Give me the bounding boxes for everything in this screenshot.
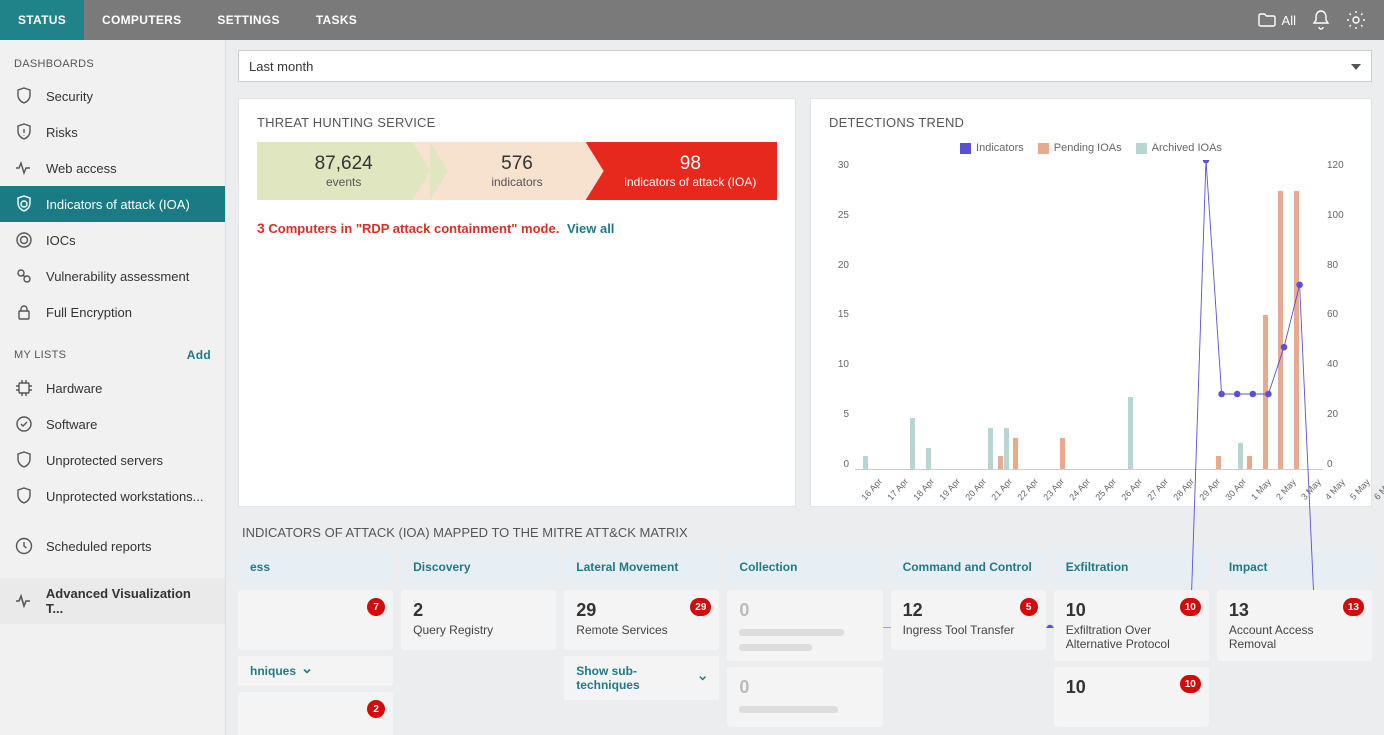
lock-icon [14, 302, 34, 322]
date-filter-select[interactable]: Last month [238, 50, 1372, 82]
mitre-col-discovery: Discovery 2Query Registry [401, 550, 556, 735]
sidebar-item-vulnerability-assessment[interactable]: Vulnerability assessment [0, 258, 225, 294]
mitre-card[interactable]: 29Remote Services29 [564, 590, 719, 650]
count-badge: 5 [1020, 598, 1038, 616]
threat-hunting-panel: THREAT HUNTING SERVICE 87,624 events 576… [238, 98, 796, 507]
count-badge: 10 [1180, 598, 1201, 616]
sidebar-item-full-encryption[interactable]: Full Encryption [0, 294, 225, 330]
add-list-button[interactable]: Add [187, 348, 211, 362]
topnav-tab-computers[interactable]: COMPUTERS [84, 0, 199, 40]
chevron-down-icon [302, 666, 312, 676]
puzzle-icon [14, 266, 34, 286]
rdp-containment-row: 3 Computers in "RDP attack containment" … [257, 220, 777, 236]
detections-chart[interactable]: 302520151050 120100806040200 16 Apr17 Ap… [829, 160, 1353, 490]
target-icon [14, 230, 34, 250]
mitre-card[interactable]: 0 [727, 590, 882, 661]
count-badge: 7 [367, 598, 385, 616]
activity-icon [14, 158, 34, 178]
sidebar-item-risks[interactable]: Risks [0, 114, 225, 150]
sidebar-item-unprotected-workstations-[interactable]: Unprotected workstations... [0, 478, 225, 514]
count-badge: 13 [1343, 598, 1364, 616]
view-all-link[interactable]: View all [567, 221, 614, 236]
mitre-card[interactable]: 7 [238, 590, 393, 650]
threat-title: THREAT HUNTING SERVICE [257, 115, 777, 130]
mitre-card[interactable]: 2Query Registry [401, 590, 556, 650]
detections-trend-panel: DETECTIONS TREND Indicators Pending IOAs A… [810, 98, 1372, 507]
main-content: Last month THREAT HUNTING SERVICE 87,624… [226, 40, 1384, 735]
mitre-card[interactable]: 13Account Access Removal13 [1217, 590, 1372, 661]
notifications-icon[interactable] [1312, 10, 1330, 30]
mitre-col-ess: ess 7 hniques 2 [238, 550, 393, 735]
legend-indicators[interactable]: Indicators [960, 142, 1024, 154]
sidebar: DASHBOARDS SecurityRisksWeb accessIndica… [0, 40, 226, 735]
mitre-header[interactable]: Discovery [401, 550, 556, 584]
sidebar-item-advanced-viz[interactable]: Advanced Visualization T... [0, 578, 225, 624]
folder-all-label: All [1282, 13, 1296, 28]
count-badge: 2 [367, 700, 385, 718]
sidebar-item-web-access[interactable]: Web access [0, 150, 225, 186]
mitre-header[interactable]: ess [238, 550, 393, 584]
sidebar-item-hardware[interactable]: Hardware [0, 370, 225, 406]
count-badge: 10 [1180, 675, 1201, 693]
top-nav: STATUSCOMPUTERSSETTINGSTASKS All [0, 0, 1384, 40]
sidebar-item-scheduled-reports[interactable]: Scheduled reports [0, 528, 225, 564]
mitre-header[interactable]: Lateral Movement [564, 550, 719, 584]
activity-icon [14, 591, 34, 611]
folder-icon [1258, 13, 1276, 27]
folder-all-button[interactable]: All [1258, 13, 1296, 28]
threat-counters: 87,624 events 576 indicators 98 indicato… [257, 142, 777, 200]
app-icon [14, 414, 34, 434]
mitre-card[interactable]: 0 [727, 667, 882, 727]
mitre-card[interactable]: 12Ingress Tool Transfer5 [891, 590, 1046, 650]
trend-title: DETECTIONS TREND [829, 115, 1353, 130]
workstation-shield-icon [14, 486, 34, 506]
mitre-col-lateral-movement: Lateral Movement 29Remote Services29 Show … [564, 550, 719, 735]
server-shield-icon [14, 450, 34, 470]
sidebar-item-security[interactable]: Security [0, 78, 225, 114]
settings-gear-icon[interactable] [1346, 10, 1366, 30]
topnav-tab-status[interactable]: STATUS [0, 0, 84, 40]
shield-icon [14, 86, 34, 106]
mylists-heading: MY LISTS Add [0, 348, 225, 370]
mitre-card[interactable]: 2 [238, 692, 393, 735]
ioa-counter[interactable]: 98 indicators of attack (IOA) [586, 142, 777, 200]
mitre-card[interactable]: 1010 [1054, 667, 1209, 727]
chip-icon [14, 378, 34, 398]
sidebar-item-software[interactable]: Software [0, 406, 225, 442]
sidebar-item-indicators-of-attack-ioa-[interactable]: Indicators of attack (IOA) [0, 186, 225, 222]
count-badge: 29 [690, 598, 711, 616]
dashboards-heading: DASHBOARDS [0, 58, 225, 78]
show-subtechniques-button[interactable]: hniques [238, 656, 393, 686]
events-counter[interactable]: 87,624 events [257, 142, 430, 200]
mitre-card[interactable]: 10Exfiltration Over Alternative Protocol… [1054, 590, 1209, 661]
topnav-tab-settings[interactable]: SETTINGS [199, 0, 297, 40]
chevron-down-icon [698, 673, 707, 683]
show-subtechniques-button[interactable]: Show sub-techniques [564, 656, 719, 700]
clock-icon [14, 536, 34, 556]
legend-pending-ioas[interactable]: Pending IOAs [1038, 142, 1122, 154]
legend-archived-ioas[interactable]: Archived IOAs [1136, 142, 1222, 154]
sidebar-item-unprotected-servers[interactable]: Unprotected servers [0, 442, 225, 478]
threat-icon [14, 194, 34, 214]
topnav-tab-tasks[interactable]: TASKS [298, 0, 375, 40]
warning-shield-icon [14, 122, 34, 142]
sidebar-item-iocs[interactable]: IOCs [0, 222, 225, 258]
